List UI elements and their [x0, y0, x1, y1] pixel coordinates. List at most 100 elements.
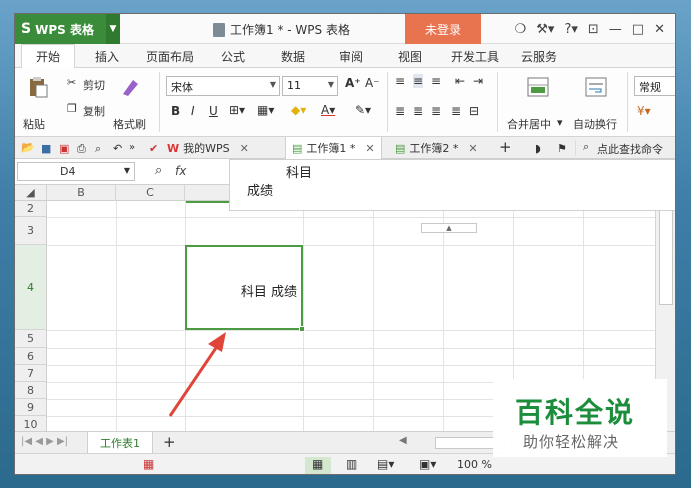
italic-button[interactable]: I: [191, 104, 195, 118]
align-left-icon[interactable]: ≣: [395, 104, 405, 118]
column-header-c[interactable]: C: [116, 185, 185, 201]
tab-developer[interactable]: 开发工具: [451, 48, 499, 65]
shirt-icon[interactable]: ⚒▾: [536, 22, 554, 37]
close-icon[interactable]: ✕: [240, 142, 249, 155]
indent-icon[interactable]: ⇤: [455, 74, 465, 88]
outdent-icon[interactable]: ⇥: [473, 74, 483, 88]
align-bottom-icon[interactable]: ≡: [431, 74, 441, 88]
fill-color-icon[interactable]: ◆▾: [291, 103, 306, 117]
open-folder-icon[interactable]: 📂: [21, 141, 35, 154]
restore-ribbon-icon[interactable]: ⊡: [588, 22, 599, 37]
tab-review[interactable]: 审阅: [339, 48, 363, 65]
justify-icon[interactable]: ≣: [451, 104, 461, 118]
align-center-icon[interactable]: ≣: [413, 104, 423, 118]
border-icon[interactable]: ⊞▾: [229, 103, 245, 117]
row-header-selected[interactable]: 4: [15, 245, 47, 330]
decrease-font-icon[interactable]: A⁻: [365, 76, 380, 90]
zoom-lens-icon[interactable]: ⌕: [155, 163, 162, 178]
tab-view[interactable]: 视图: [398, 48, 422, 65]
row-header[interactable]: 10: [15, 416, 47, 431]
close-icon[interactable]: ✕: [365, 142, 374, 155]
app-menu-button[interactable]: S WPS 表格 ▼: [15, 14, 120, 44]
skin-icon[interactable]: ❍: [515, 22, 527, 37]
paste-label[interactable]: 粘贴: [23, 116, 45, 132]
row-header[interactable]: 7: [15, 365, 47, 382]
more-icon[interactable]: »: [129, 142, 140, 153]
tab-workbook2[interactable]: ▤ 工作簿2 * ✕: [389, 137, 484, 159]
align-middle-icon[interactable]: ≡: [413, 74, 424, 88]
bold-button[interactable]: B: [171, 104, 180, 118]
row-header[interactable]: 6: [15, 348, 47, 365]
copy-icon[interactable]: ❐: [67, 102, 77, 115]
clear-icon[interactable]: ✎▾: [355, 103, 371, 117]
row-header[interactable]: 8: [15, 382, 47, 399]
login-button[interactable]: 未登录: [405, 14, 481, 44]
distribute-icon[interactable]: ⊟: [469, 104, 479, 118]
print-icon[interactable]: ⎙: [77, 142, 88, 155]
wrap-text-label[interactable]: 自动换行: [573, 116, 617, 132]
increase-font-icon[interactable]: A⁺: [345, 76, 361, 90]
sheet-nav-icon[interactable]: |◀ ◀ ▶ ▶|: [21, 436, 68, 447]
cell-name-box[interactable]: D4 ▼: [17, 162, 135, 181]
new-tab-button[interactable]: +: [499, 138, 512, 156]
page-layout-button[interactable]: ▤▾: [377, 457, 403, 474]
align-right-icon[interactable]: ≣: [431, 104, 441, 118]
tab-formulas[interactable]: 公式: [221, 48, 245, 65]
scroll-left-icon[interactable]: ◀: [399, 435, 407, 446]
sheet-tab-1[interactable]: 工作表1: [87, 432, 153, 454]
font-color-icon[interactable]: A▾: [321, 103, 335, 117]
scrollbar-thumb[interactable]: [659, 201, 673, 305]
calendar-icon[interactable]: ▦: [143, 457, 154, 471]
row-header[interactable]: 3: [15, 217, 47, 245]
zoom-level[interactable]: 100 %: [457, 458, 492, 471]
font-size-select[interactable]: 11 ▼: [282, 76, 338, 96]
tab-workbook1[interactable]: ▤ 工作簿1 * ✕: [285, 137, 382, 159]
row-header[interactable]: 9: [15, 399, 47, 416]
tab-home[interactable]: 开始: [21, 44, 76, 68]
collapse-formula-button[interactable]: ▲: [421, 223, 477, 233]
page-break-view-button[interactable]: ▥: [339, 457, 365, 474]
paste-icon[interactable]: [27, 76, 49, 98]
close-button[interactable]: ✕: [654, 22, 665, 37]
tab-data[interactable]: 数据: [281, 48, 305, 65]
row-header[interactable]: 2: [15, 201, 47, 217]
save-icon[interactable]: ■: [41, 142, 52, 155]
merge-center-label[interactable]: 合并居中: [507, 116, 551, 132]
scissors-icon[interactable]: ✂: [67, 76, 76, 89]
tab-my-wps[interactable]: W 我的WPS ✕: [161, 137, 255, 159]
doc-icon[interactable]: ◗: [535, 142, 546, 155]
copy-label[interactable]: 复制: [83, 103, 105, 119]
tab-page-layout[interactable]: 页面布局: [146, 48, 194, 65]
export-pdf-icon[interactable]: ▣: [59, 142, 70, 155]
selected-cell-d4[interactable]: 科目 成绩: [185, 245, 305, 332]
fill-handle[interactable]: [299, 326, 305, 332]
column-header-b[interactable]: B: [47, 185, 116, 201]
font-name-select[interactable]: 宋体 ▼: [166, 76, 280, 96]
tab-insert[interactable]: 插入: [95, 48, 119, 65]
currency-format-icon[interactable]: ¥▾: [637, 104, 651, 118]
wrap-text-icon[interactable]: [585, 76, 607, 98]
format-painter-icon[interactable]: [119, 76, 141, 98]
command-search[interactable]: 点此查找命令: [597, 141, 663, 156]
minimize-button[interactable]: —: [609, 22, 622, 37]
chevron-down-icon[interactable]: ▼: [124, 166, 130, 175]
chevron-down-icon[interactable]: ▼: [106, 14, 120, 44]
underline-button[interactable]: U: [209, 104, 218, 118]
merge-center-icon[interactable]: [527, 76, 549, 98]
cut-label[interactable]: 剪切: [83, 77, 105, 93]
chevron-down-icon[interactable]: ▾: [557, 116, 563, 129]
function-button[interactable]: fx: [175, 164, 186, 178]
print-preview-icon[interactable]: ⌕: [95, 142, 106, 155]
normal-view-button[interactable]: ▦: [305, 457, 331, 474]
formula-input[interactable]: 科目 成绩: [229, 159, 675, 211]
undo-icon[interactable]: ↶: [113, 142, 124, 155]
row-header[interactable]: 5: [15, 330, 47, 348]
add-sheet-button[interactable]: +: [163, 433, 176, 451]
format-painter-label[interactable]: 格式刷: [113, 116, 146, 132]
reading-mode-button[interactable]: ▣▾: [419, 457, 445, 474]
number-format-select[interactable]: 常规: [634, 76, 675, 96]
maximize-button[interactable]: □: [632, 22, 644, 37]
help-icon[interactable]: ?▾: [564, 22, 577, 37]
select-all-corner[interactable]: ◢: [15, 185, 47, 201]
cell-style-icon[interactable]: ▦▾: [257, 103, 274, 117]
